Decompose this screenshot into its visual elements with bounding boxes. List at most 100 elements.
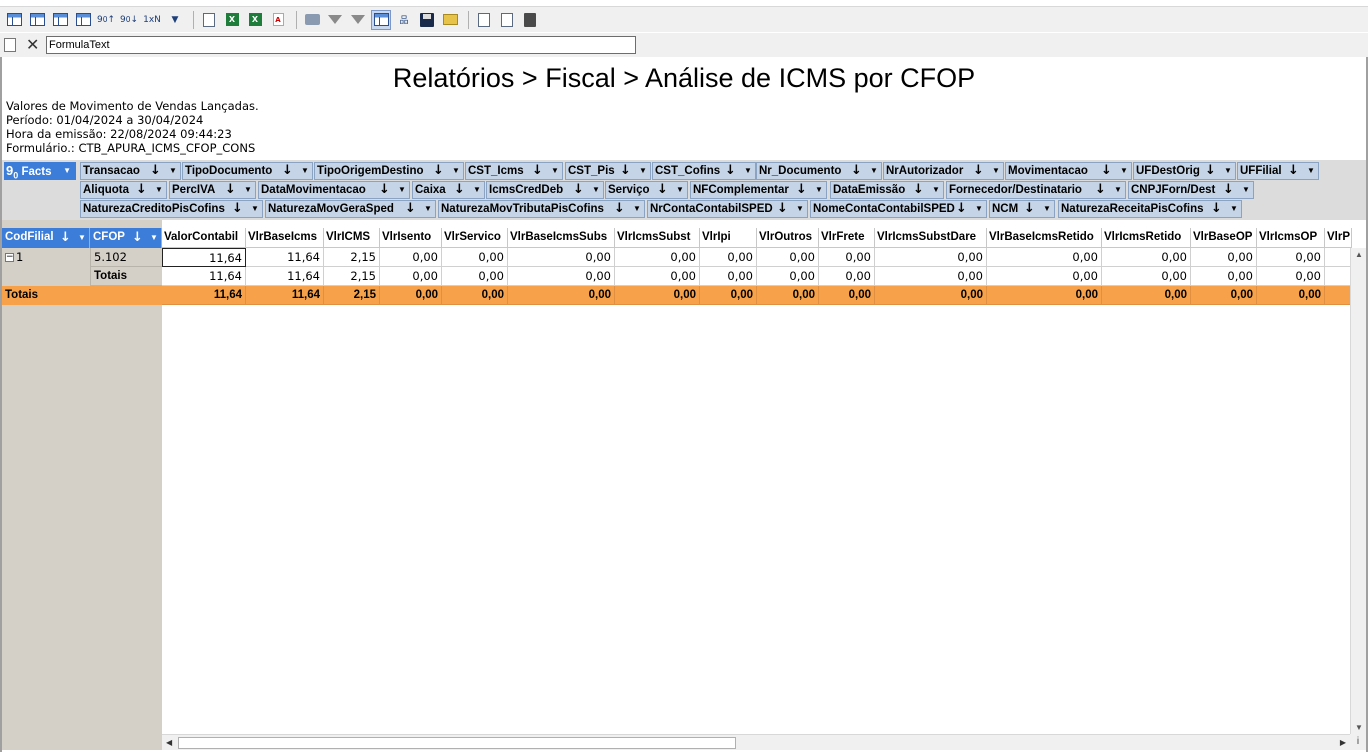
- data-cell[interactable]: 0,00: [1257, 248, 1325, 267]
- data-cell[interactable]: 11,64: [246, 248, 324, 267]
- facts-button[interactable]: 90 Facts ▼: [4, 162, 76, 180]
- grand-total-cell[interactable]: 0,00: [442, 286, 508, 305]
- column-header[interactable]: VlrIsento: [380, 228, 442, 248]
- info-icon[interactable]: i: [1350, 734, 1366, 750]
- data-cell[interactable]: 0,00: [819, 267, 875, 286]
- export-excel-2-icon[interactable]: X: [245, 10, 265, 30]
- filter-field-chip[interactable]: DataMovimentacao ↓ ▼: [258, 181, 410, 199]
- sort-desc-9-0-icon[interactable]: 9 0 ↓: [119, 10, 139, 30]
- filter-field-chip[interactable]: Fornecedor/Destinatario ↓ ▼: [946, 181, 1126, 199]
- data-cell[interactable]: 0,00: [508, 267, 615, 286]
- grand-total-cell[interactable]: 11,64: [162, 286, 246, 305]
- scroll-down-icon[interactable]: ▼: [1355, 723, 1363, 732]
- grand-total-cell[interactable]: 2,15: [324, 286, 380, 305]
- data-cell[interactable]: 0,00: [819, 248, 875, 267]
- collapse-icon[interactable]: −: [5, 253, 14, 262]
- export-icon[interactable]: [199, 10, 219, 30]
- filter-field-chip[interactable]: NCM ↓ ▼: [989, 200, 1055, 218]
- data-cell[interactable]: 11,64: [162, 248, 246, 267]
- data-cell[interactable]: 0,00: [1102, 267, 1191, 286]
- data-cell[interactable]: 0,00: [757, 248, 819, 267]
- grand-total-cell[interactable]: 0,00: [875, 286, 987, 305]
- copy-icon[interactable]: [474, 10, 494, 30]
- column-header[interactable]: VlrICMS: [324, 228, 380, 248]
- grand-total-cell[interactable]: 0,00: [1102, 286, 1191, 305]
- grid-layout-icon[interactable]: [371, 9, 391, 30]
- pivot-grid-2-icon[interactable]: [27, 10, 47, 30]
- scroll-right-icon[interactable]: ▶: [1340, 738, 1346, 747]
- data-cell[interactable]: 0,00: [1191, 267, 1257, 286]
- data-cell[interactable]: 0,00: [380, 267, 442, 286]
- column-header[interactable]: VlrIcmsOP: [1257, 228, 1325, 248]
- sort-asc-9-0-icon[interactable]: 9 0 ↑: [96, 10, 116, 30]
- export-pdf-icon[interactable]: A: [268, 10, 288, 30]
- row-header-codfilial[interactable]: [2, 267, 90, 286]
- data-cell[interactable]: 0,00: [700, 248, 757, 267]
- data-cell[interactable]: 2,15: [324, 267, 380, 286]
- filter-field-chip[interactable]: CST_Icms ↓ ▼: [465, 162, 563, 180]
- data-cell[interactable]: 0,00: [1191, 248, 1257, 267]
- filter-field-chip[interactable]: DataEmissão ↓ ▼: [830, 181, 944, 199]
- column-header[interactable]: ValorContabil: [162, 228, 246, 248]
- data-cell[interactable]: 0,00: [442, 267, 508, 286]
- grand-total-cell[interactable]: 0,00: [700, 286, 757, 305]
- row-field-cfop[interactable]: CFOP ↓ ▼: [90, 228, 162, 248]
- column-header[interactable]: VlrBaseIcmsRetido: [987, 228, 1102, 248]
- data-cell[interactable]: 0,00: [1102, 248, 1191, 267]
- filter-field-chip[interactable]: Movimentacao ↓ ▼: [1005, 162, 1132, 180]
- grand-total-cell[interactable]: 0,00: [1191, 286, 1257, 305]
- grand-total-cell[interactable]: [1325, 286, 1352, 305]
- grand-total-cell[interactable]: 11,64: [246, 286, 324, 305]
- grand-total-cell[interactable]: 0,00: [508, 286, 615, 305]
- filter-field-chip[interactable]: Aliquota ↓ ▼: [80, 181, 167, 199]
- row-header-codfilial[interactable]: −1: [2, 248, 90, 267]
- dropdown-icon[interactable]: ▼: [165, 10, 185, 30]
- data-cell[interactable]: 0,00: [442, 248, 508, 267]
- filter-field-chip[interactable]: CST_Cofins ↓ ▼: [652, 162, 756, 180]
- filter-field-chip[interactable]: NaturezaReceitaPisCofins ↓ ▼: [1058, 200, 1242, 218]
- pivot-grid-icon[interactable]: [4, 10, 24, 30]
- filter-icon[interactable]: [325, 10, 345, 30]
- column-header[interactable]: VlrBaseIcmsSubs: [508, 228, 615, 248]
- grand-total-cell[interactable]: 0,00: [380, 286, 442, 305]
- data-cell[interactable]: [1325, 267, 1352, 286]
- column-header[interactable]: VlrServico: [442, 228, 508, 248]
- column-header[interactable]: VlrIcmsRetido: [1102, 228, 1191, 248]
- data-cell[interactable]: 0,00: [508, 248, 615, 267]
- grand-total-cell[interactable]: 0,00: [987, 286, 1102, 305]
- hierarchy-icon[interactable]: 品: [394, 10, 414, 30]
- filter-field-chip[interactable]: TipoOrigemDestino ↓ ▼: [314, 162, 464, 180]
- grand-total-cell[interactable]: 0,00: [615, 286, 700, 305]
- filter-field-chip[interactable]: CST_Pis ↓ ▼: [565, 162, 651, 180]
- pivot-grid-4-icon[interactable]: [73, 10, 93, 30]
- column-header[interactable]: VlrBaseIcms: [246, 228, 324, 248]
- vertical-scrollbar[interactable]: ▲ ▼: [1350, 248, 1366, 736]
- filter-field-chip[interactable]: NomeContaContabilSPED ↓ ▼: [810, 200, 987, 218]
- grand-total-cell[interactable]: 0,00: [819, 286, 875, 305]
- data-cell[interactable]: 0,00: [987, 248, 1102, 267]
- data-cell[interactable]: 0,00: [700, 267, 757, 286]
- clipboard-icon[interactable]: [520, 10, 540, 30]
- filter-field-chip[interactable]: TipoDocumento ↓ ▼: [182, 162, 313, 180]
- horizontal-scrollbar[interactable]: ◀ ▶: [162, 734, 1350, 750]
- print-icon[interactable]: [302, 10, 322, 30]
- filter-field-chip[interactable]: NaturezaMovGeraSped ↓ ▼: [265, 200, 436, 218]
- row-field-codfilial[interactable]: CodFilial ↓ ▼: [2, 228, 90, 248]
- data-cell[interactable]: 0,00: [987, 267, 1102, 286]
- column-header[interactable]: VlrBaseOP: [1191, 228, 1257, 248]
- data-cell[interactable]: 11,64: [246, 267, 324, 286]
- row-header-cfop[interactable]: 5.102: [90, 248, 162, 267]
- close-icon[interactable]: ✕: [26, 37, 39, 53]
- data-cell[interactable]: 0,00: [380, 248, 442, 267]
- grand-total-cell[interactable]: 0,00: [757, 286, 819, 305]
- filter-field-chip[interactable]: NrAutorizador ↓ ▼: [883, 162, 1004, 180]
- filter-field-chip[interactable]: Caixa ↓ ▼: [412, 181, 485, 199]
- row-header-cfop[interactable]: Totais: [90, 267, 162, 286]
- top-n-icon[interactable]: 1xN: [142, 10, 162, 30]
- column-header[interactable]: VlrP: [1325, 228, 1352, 248]
- data-cell[interactable]: 0,00: [615, 267, 700, 286]
- data-cell[interactable]: 0,00: [757, 267, 819, 286]
- filter-field-chip[interactable]: PercIVA ↓ ▼: [169, 181, 256, 199]
- clear-filter-icon[interactable]: [348, 10, 368, 30]
- data-cell[interactable]: 0,00: [615, 248, 700, 267]
